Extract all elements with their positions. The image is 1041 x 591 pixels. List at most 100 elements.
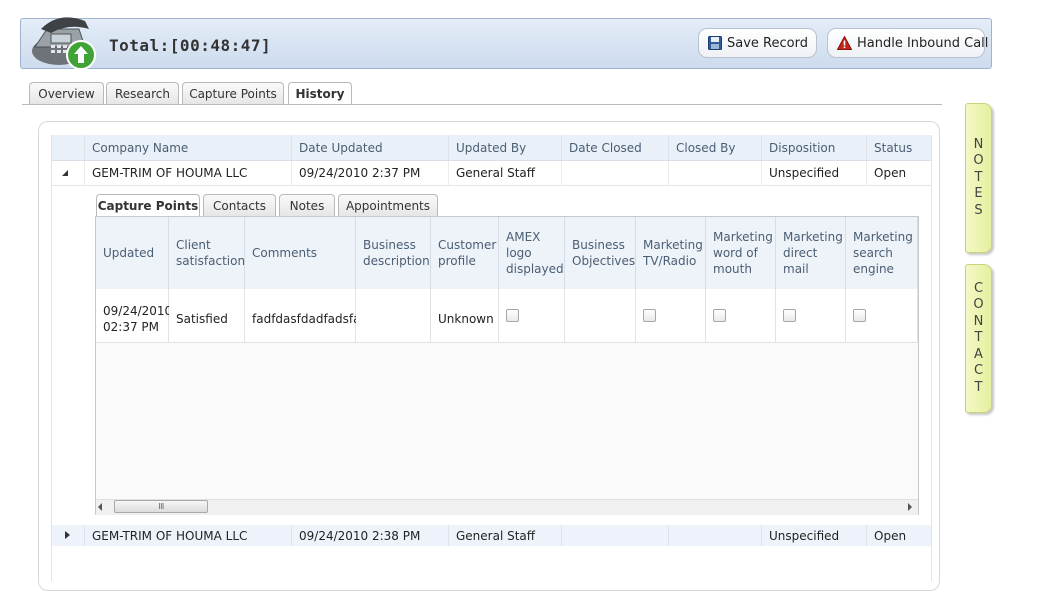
contact-letter: O [973,297,984,313]
col-date-updated[interactable]: Date Updated [292,135,449,160]
col-business-description[interactable]: Business description [356,217,431,289]
marketing-word-of-mouth-checkbox[interactable] [713,309,726,322]
cell-closed-by [669,161,762,185]
cell-disposition: Unspecified [769,166,840,180]
detail-tab-notes[interactable]: Notes [279,194,335,216]
col-marketing-direct-mail[interactable]: Marketing direct mail [776,217,846,289]
cell-marketing-tv-radio [636,289,706,343]
detail-tab-label: Appointments [345,198,431,213]
contact-letter: C [973,363,984,379]
cell-company-name: GEM-TRIM OF HOUMA LLC [92,166,248,180]
contact-letter: C [973,280,984,296]
cell-closed-by [669,525,762,546]
table-row[interactable]: GEM-TRIM OF HOUMA LLC 09/24/2010 2:38 PM… [52,525,932,546]
cell-business-objectives [565,289,636,343]
col-closed-by[interactable]: Closed By [669,135,762,160]
col-business-objectives[interactable]: Business Objectives [565,217,636,289]
col-company-name[interactable]: Company Name [85,135,292,160]
scroll-grip-icon: III [158,502,164,511]
cell-date-closed [562,525,669,546]
cell-updated: 09/24/2010 02:37 PM [96,289,172,343]
amex-logo-checkbox[interactable] [506,309,519,322]
detail-tab-contacts[interactable]: Contacts [203,194,276,216]
grid-header: Company Name Date Updated Updated By Dat… [52,135,932,161]
detail-tab-capture-points[interactable]: Capture Points [96,194,200,216]
horizontal-scrollbar[interactable] [96,499,918,515]
col-marketing-search-engine[interactable]: Marketing search engine [846,217,918,289]
tab-history-label: History [295,87,345,101]
col-updated-by[interactable]: Updated By [449,135,562,160]
cell-marketing-word-of-mouth [706,289,776,343]
cell-comments: fadfdasfdadfadsfa [245,289,360,343]
notes-letter: O [973,153,984,169]
col-disposition[interactable]: Disposition [762,135,867,160]
grid-right-border [931,135,932,581]
col-marketing-tv-radio[interactable]: Marketing TV/Radio [636,217,706,289]
tab-overview-label: Overview [38,86,95,101]
scroll-left-icon[interactable] [98,503,102,511]
tab-capture-points[interactable]: Capture Points [182,82,284,104]
col-updated[interactable]: Updated [96,217,169,289]
cell-updated-by: General Staff [456,528,536,543]
contact-letter: T [974,330,983,346]
header-bar: Total:[00:48:47] Save Record Handle Inbo… [20,17,992,70]
cell-date-updated: 09/24/2010 2:37 PM [299,166,421,180]
notes-side-tab[interactable]: N O T E S [965,103,992,253]
detail-tab-label: Contacts [213,198,266,213]
handle-inbound-call-label: Handle Inbound Call [857,35,989,51]
tab-overview[interactable]: Overview [29,82,104,104]
grid-left-border [51,135,52,581]
col-date-closed[interactable]: Date Closed [562,135,669,160]
col-amex-logo-displayed[interactable]: AMEX logo displayed [499,217,565,289]
scrollbar-thumb[interactable]: III [114,500,208,513]
marketing-direct-mail-checkbox[interactable] [783,309,796,322]
tab-history[interactable]: History [288,82,352,105]
contact-letter: A [974,346,983,362]
cell-updated-by: General Staff [456,166,536,180]
detail-tab-appointments[interactable]: Appointments [338,194,438,216]
phone-icon [29,13,101,71]
col-marketing-word-of-mouth[interactable]: Marketing word of mouth [706,217,776,289]
call-timer: Total:[00:48:47] [109,36,272,55]
handle-inbound-call-button[interactable]: Handle Inbound Call [827,28,989,58]
marketing-tv-radio-checkbox[interactable] [643,309,656,322]
notes-letter: T [974,169,983,185]
cell-client-satisfaction: Satisfied [169,289,245,343]
tab-capture-points-label: Capture Points [189,86,277,101]
marketing-search-engine-checkbox[interactable] [853,309,866,322]
cell-business-description [356,289,431,343]
cell-date-closed [562,161,669,185]
cell-customer-profile: Unknown [431,289,499,343]
scroll-right-icon[interactable] [908,503,912,511]
contact-side-tab[interactable]: C O N T A C T [965,264,992,413]
cell-status: Open [874,166,907,180]
notes-letter: E [974,186,983,202]
floppy-disk-icon [708,36,722,50]
col-comments[interactable]: Comments [245,217,356,289]
cell-marketing-search-engine [846,289,918,343]
col-client-satisfaction[interactable]: Client satisfaction [169,217,245,289]
collapse-arrow-icon[interactable] [62,170,68,176]
save-record-label: Save Record [727,35,808,51]
notes-letter: N [973,136,984,152]
cell-date-updated: 09/24/2010 2:38 PM [299,528,421,543]
detail-tab-label: Notes [289,198,325,213]
notes-letter: S [974,202,983,218]
save-record-button[interactable]: Save Record [698,28,817,58]
cell-status: Open [874,528,907,543]
contact-letter: N [973,313,984,329]
warning-icon [837,36,852,50]
tab-research-label: Research [114,86,171,101]
col-customer-profile[interactable]: Customer profile [431,217,499,289]
cell-disposition: Unspecified [769,528,840,543]
cell-marketing-direct-mail [776,289,846,343]
table-row[interactable]: GEM-TRIM OF HOUMA LLC 09/24/2010 2:37 PM… [52,161,932,186]
tab-research[interactable]: Research [106,82,179,104]
cell-amex-logo-displayed [499,289,565,343]
capture-points-grid: Updated Client satisfaction Comments Bus… [95,216,919,515]
tab-strip-divider [22,104,942,105]
cell-company-name: GEM-TRIM OF HOUMA LLC [92,528,248,543]
col-status[interactable]: Status [867,135,932,160]
expand-arrow-icon[interactable] [65,531,70,539]
contact-letter: T [974,379,983,395]
